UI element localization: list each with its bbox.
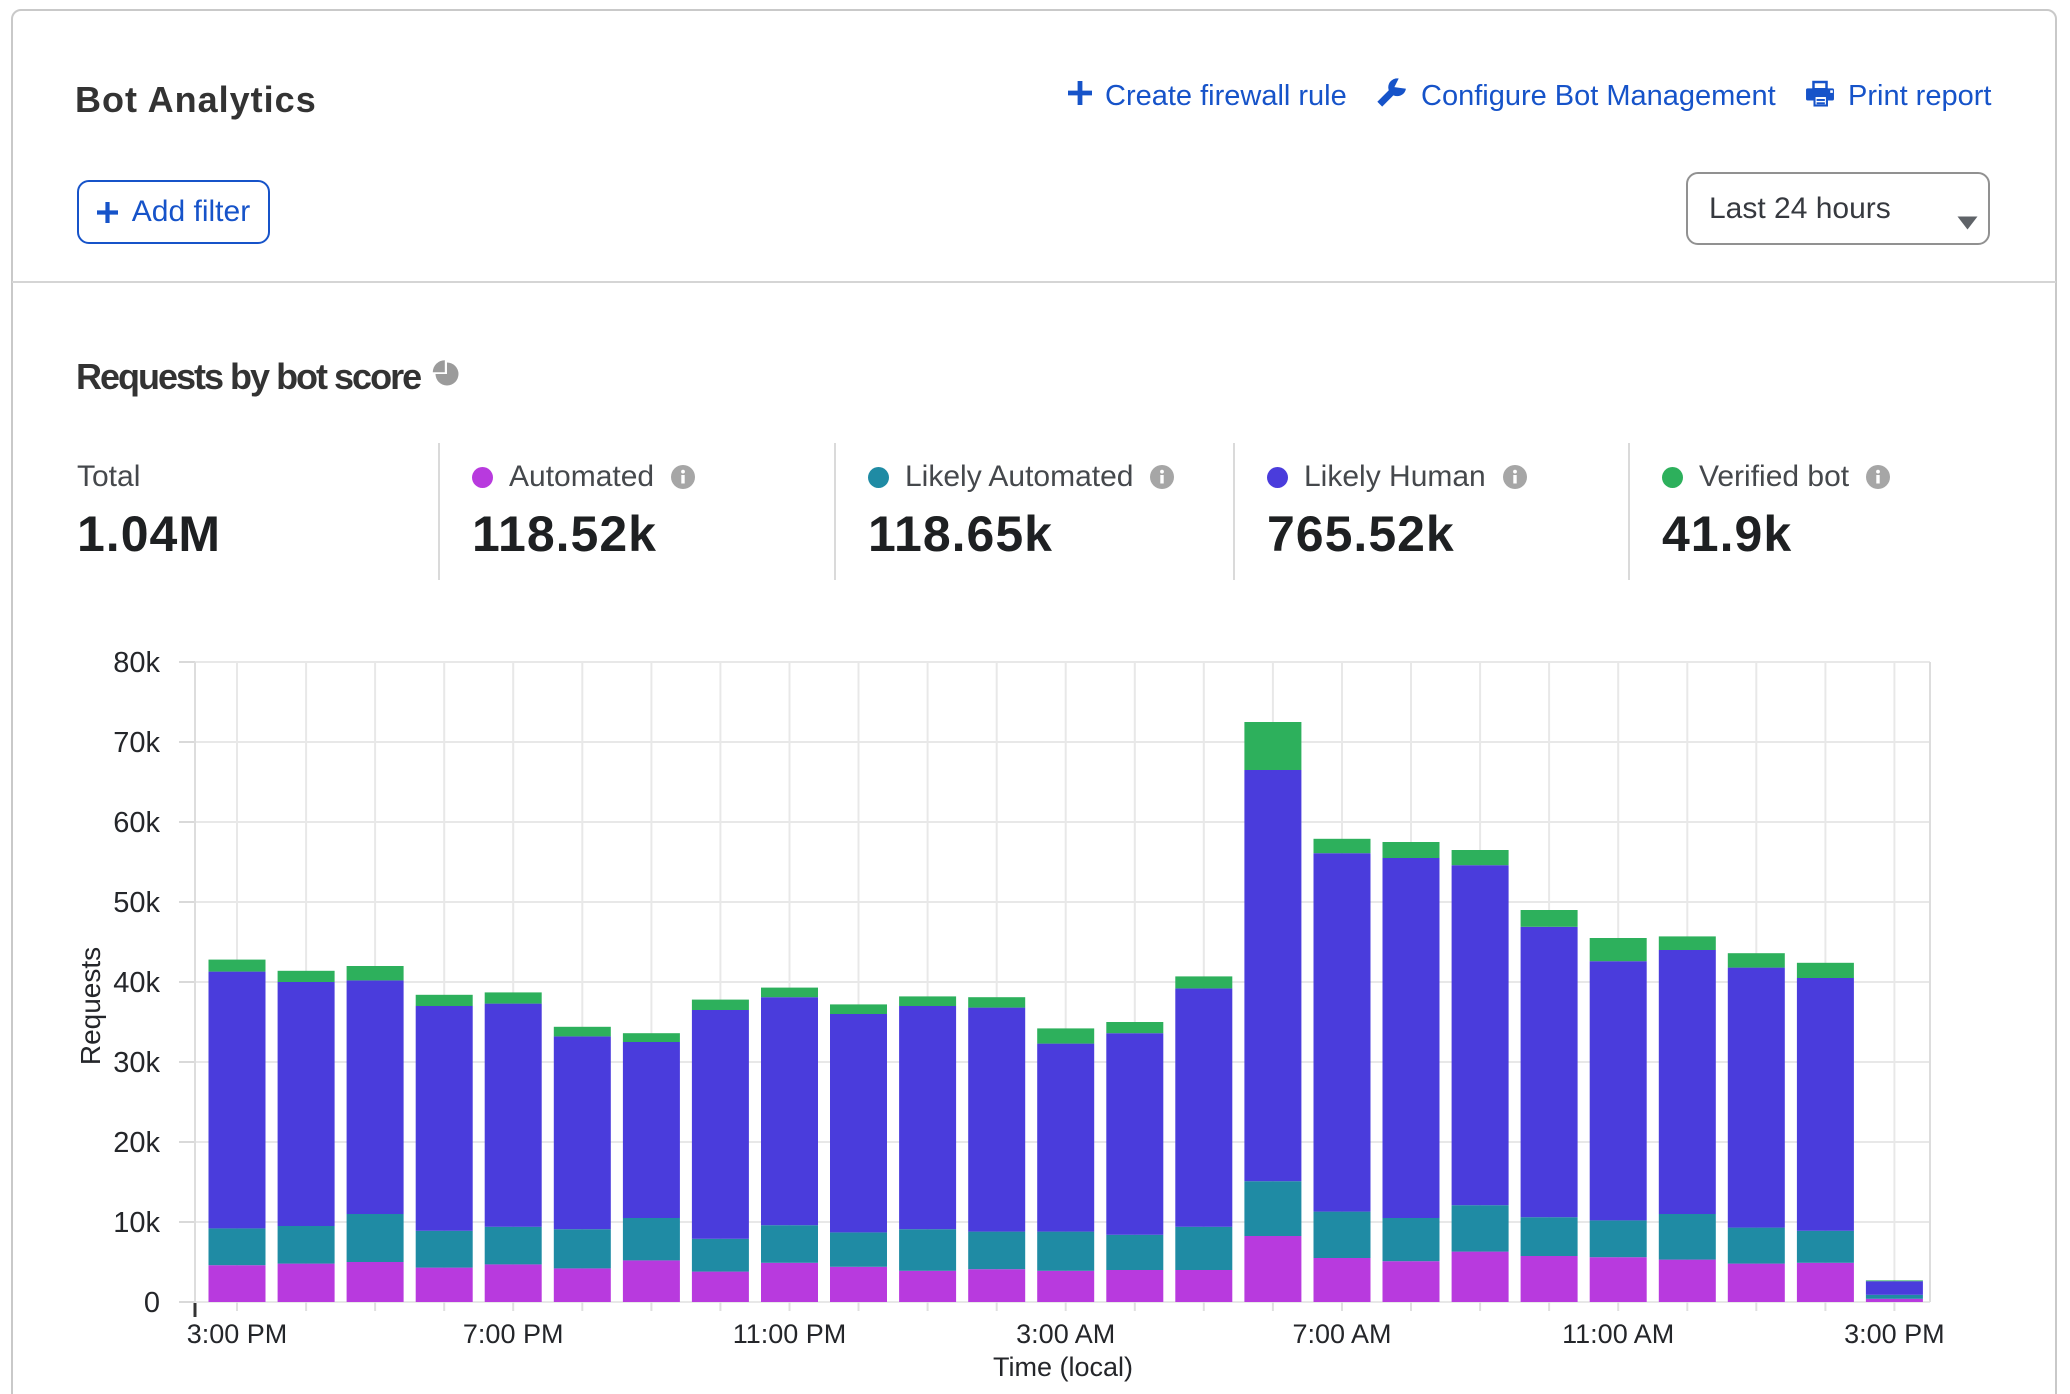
svg-text:60k: 60k: [113, 807, 160, 839]
svg-text:11:00 AM: 11:00 AM: [1562, 1319, 1674, 1349]
svg-text:20k: 20k: [113, 1127, 160, 1159]
svg-text:7:00 PM: 7:00 PM: [463, 1319, 564, 1349]
svg-text:50k: 50k: [113, 887, 160, 919]
svg-text:Time (local): Time (local): [993, 1352, 1133, 1382]
svg-text:7:00 AM: 7:00 AM: [1292, 1319, 1391, 1349]
svg-text:0: 0: [144, 1287, 160, 1319]
svg-text:10k: 10k: [113, 1207, 160, 1239]
svg-text:40k: 40k: [113, 967, 160, 999]
svg-text:Requests: Requests: [75, 947, 106, 1065]
svg-text:70k: 70k: [113, 727, 160, 759]
svg-text:80k: 80k: [113, 647, 160, 679]
svg-text:11:00 PM: 11:00 PM: [733, 1319, 847, 1349]
svg-text:3:00 AM: 3:00 AM: [1016, 1319, 1115, 1349]
svg-text:3:00 PM: 3:00 PM: [1844, 1319, 1945, 1349]
svg-text:30k: 30k: [113, 1047, 160, 1079]
svg-text:3:00 PM: 3:00 PM: [187, 1319, 288, 1349]
